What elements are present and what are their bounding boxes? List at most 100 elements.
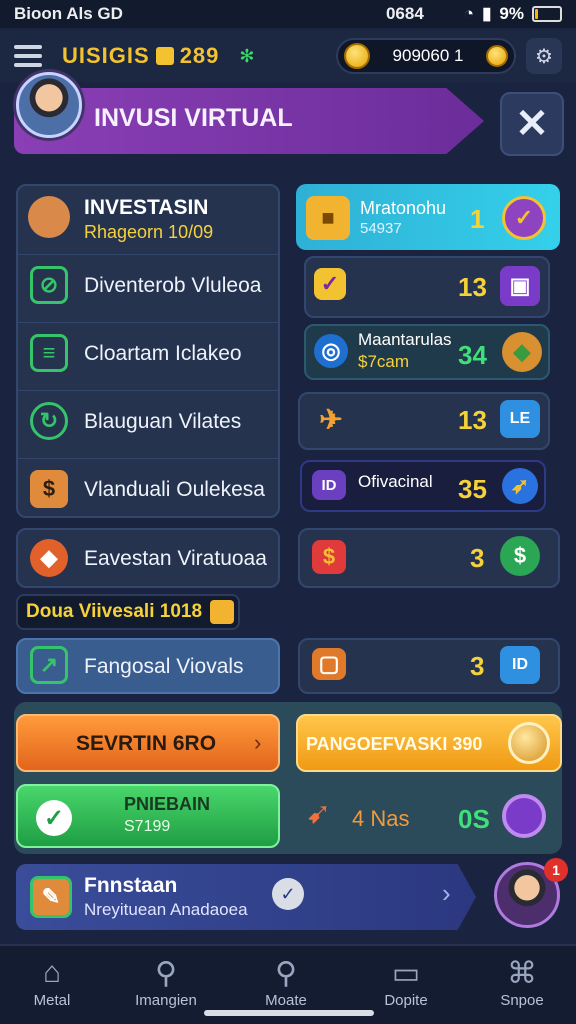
check-circle-icon: ✓ [272,878,304,910]
check-badge-icon: ✓ [502,196,546,240]
add-coin-icon[interactable] [486,45,508,67]
right-row-value: 1 [470,204,485,234]
refresh-icon: ↻ [30,402,68,440]
coin-balance[interactable]: 909060 1 [336,38,516,74]
count-label: 4 Nas [352,806,410,831]
home-icon: ⌂ [42,956,62,989]
coin-blue-icon: ◎ [314,334,348,368]
right-row-sub: $7cam [358,352,410,371]
coin-stack-icon [508,722,550,764]
tag-icon: ID [312,470,346,500]
green-button-title: PNIEBAIN [124,794,211,814]
search-icon: ⚲ [155,957,177,990]
right-row-title: Maantarulas [358,330,452,349]
list-item-label: Vlanduali Oulekesa [84,478,265,501]
right-row-sub: 54937 [360,220,402,237]
count-value: 0S [458,804,490,834]
brand-name: UISIGIS [62,43,150,68]
panel-title: INVESTASIN [84,196,209,219]
nav-item-explore[interactable]: ⚲ Moate [236,956,336,1009]
battery-icon [532,6,562,22]
checkmark-icon: ✓ [36,800,72,836]
close-icon: ✕ [515,102,549,146]
list-item-label: Cloartam Iclakeo [84,342,242,365]
battery-level [535,9,538,19]
footer-card-subtitle: Nreyituean Anadaoea [84,900,248,919]
chart-board-icon: ≡ [30,334,68,372]
timer-icon [502,794,546,838]
right-row-value: 3 [470,651,485,681]
wallet-icon: $ [30,470,68,508]
gold-button-label: PANGOEFVASKI 390 [306,734,483,754]
menu-icon[interactable] [14,45,42,67]
growth-icon: ↗ [30,646,68,684]
right-row-title: Mratonohu [360,198,447,218]
nav-label: Snpoe [500,992,544,1009]
task-icon: ✎ [30,876,72,918]
investor-avatar-icon [28,196,70,238]
coin-icon [344,43,370,69]
treasure-box-icon [210,600,234,624]
banner-title: INVUSI VIRTUAL [94,104,293,132]
status-bar: Bioon Als GD 0684 ◔ ▮ 9% [0,0,576,28]
battery-percent: 9% [499,4,524,23]
leaf-icon: ⊘ [30,266,68,304]
nav-item-shop[interactable]: ⌘ Snpoe [472,956,572,1009]
chevron-right-icon: › [254,730,262,755]
magnifier-icon: ⚲ [275,957,297,990]
gem-icon: ◆ [502,332,542,372]
status-left-text: Bioon Als GD [14,4,123,23]
checkbox-icon: ✓ [314,268,346,300]
le-box-icon: LE [500,400,540,438]
list-item-label: Eavestan Viratuoaa [84,547,267,570]
wifi-icon: ◔ [463,4,475,23]
footer-card-title: Fnnstaan [84,874,178,897]
status-time: 0684 [385,4,424,23]
dollar-card-icon: $ [312,540,346,574]
right-row-title: Ofivacinal [358,472,433,491]
gear-icon[interactable]: ✻ [239,46,254,67]
shield-icon: ◆ [30,539,68,577]
right-row-value: 13 [458,405,487,435]
chevron-right-icon: › [442,878,451,908]
nav-item-search[interactable]: ⚲ Imangien [116,956,216,1009]
rocket-icon: ➹ [306,797,332,830]
brand-box-icon [155,47,174,65]
brand: UISIGIS 289 [62,43,219,69]
nav-item-messages[interactable]: ▭ Dopite [356,956,456,1009]
nav-item-home[interactable]: ⌂ Metal [2,956,102,1009]
chat-icon: ▭ [391,957,421,990]
notification-badge: 1 [544,858,568,882]
dollar-coin-icon: $ [500,536,540,576]
right-row-value: 35 [458,474,487,504]
nav-label: Imangien [135,992,197,1009]
profile-avatar[interactable] [16,72,82,138]
package-icon: ▢ [312,648,346,680]
home-indicator [204,1010,374,1016]
status-icons: ◔ ▮ 9% [464,4,562,24]
close-button[interactable]: ✕ [500,92,564,156]
plane-icon: ✈ [319,403,343,435]
brand-number: 289 [179,43,220,68]
nav-label: Metal [33,992,71,1009]
shop-icon: ⌘ [507,957,537,990]
coin-amount: 909060 1 [392,46,464,65]
settings-icon: ⚙ [535,45,553,68]
list-item-label: Diventerob Vluleoa [84,274,262,297]
promo-label: Doua Viivesali 1018 [26,601,203,622]
chest-icon: ■ [306,196,350,240]
right-row-value: 13 [458,272,487,302]
nav-label: Moate [265,992,307,1009]
list-item-label: Fangosal Viovals [84,655,244,678]
nav-label: Dopite [384,992,428,1009]
settings-button[interactable]: ⚙ [526,38,562,74]
top-bar: UISIGIS 289 ✻ 909060 1 ⚙ [0,30,576,82]
right-row-value: 34 [458,340,487,370]
signal-icon: ▮ [482,4,492,23]
compass-icon: ➶ [502,468,538,504]
list-item-label: Blauguan Vilates [84,410,242,433]
green-button-sub: S7199 [124,818,171,835]
cube-icon: ▣ [500,266,540,306]
right-row-value: 3 [470,543,485,573]
panel-subtitle: Rhageorn 10/09 [84,222,214,242]
